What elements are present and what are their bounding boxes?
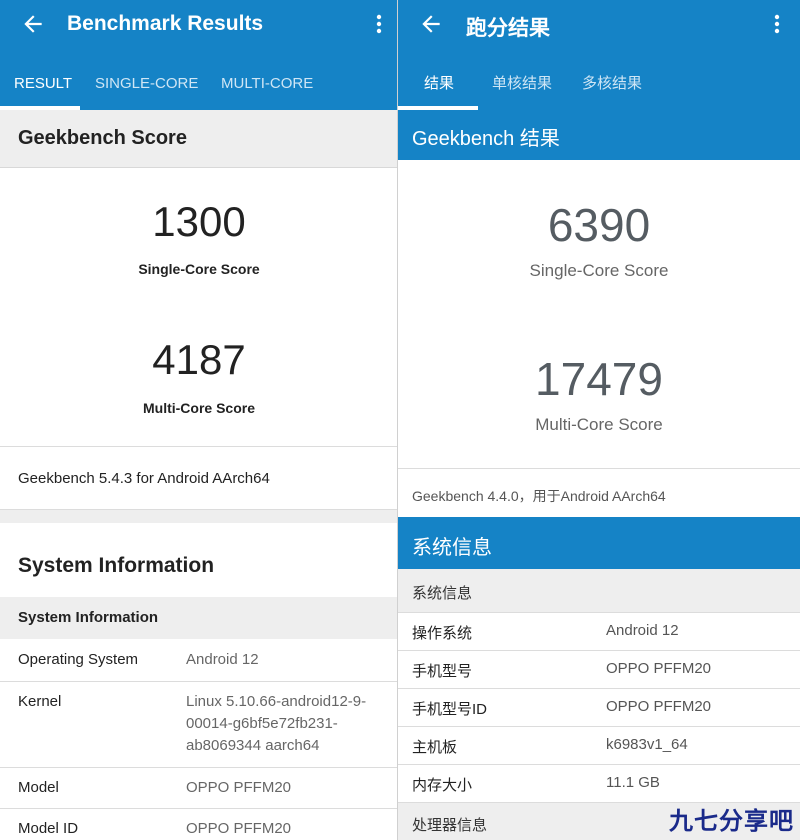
tab-bar: 结果 单核结果 多核结果 [398, 64, 800, 110]
multi-core-score-label: Multi-Core Score [142, 400, 255, 416]
row-label-os: 操作系统 [412, 625, 473, 642]
row-value-kernel-line-1: Linux 5.10.66-android12-9- [186, 693, 367, 710]
row-value-os: Android 12 [606, 622, 679, 639]
sysinfo-heading: 系统信息 [412, 537, 492, 559]
sysinfo-subheading: 系统信息 [412, 585, 473, 602]
sysinfo-subheader: 系统信息 [398, 569, 800, 612]
sysinfo-header: 系统信息 [398, 517, 800, 569]
row-label-model: 手机型号 [412, 663, 473, 680]
multi-core-score-label: Multi-Core Score [535, 415, 663, 434]
right-panel: 跑分结果 结果 单核结果 多核结果 Geekbench 结果 6390 Sing… [398, 0, 800, 840]
app-title: 跑分结果 [466, 17, 550, 40]
row-divider [398, 612, 800, 613]
processor-heading: 处理器信息 [412, 817, 488, 834]
multi-core-score-value: 4187 [152, 336, 246, 383]
sysinfo-subheader: System Information [0, 597, 398, 639]
tab-bar: RESULT SINGLE-CORE MULTI-CORE [0, 64, 398, 110]
section-gap [0, 509, 398, 523]
row-divider [398, 764, 800, 765]
row-label-model-id: 手机型号ID [412, 701, 488, 718]
tab-multi-core[interactable]: 多核结果 [582, 64, 642, 110]
row-label-model: Model [18, 779, 59, 796]
row-divider [0, 808, 398, 809]
sysinfo-heading: System Information [18, 554, 215, 577]
divider [0, 446, 398, 447]
version-text: Geekbench 5.4.3 for Android AArch64 [18, 470, 270, 487]
app-title: Benchmark Results [67, 12, 264, 35]
row-divider [398, 650, 800, 651]
tab-result[interactable]: RESULT [14, 64, 72, 110]
tab-multi-core[interactable]: MULTI-CORE [221, 64, 313, 110]
single-core-score-label: Single-Core Score [529, 261, 669, 280]
score-section-title: Geekbench Score [18, 127, 187, 149]
watermark-logo: 九七分享吧 [669, 808, 794, 835]
row-value-kernel-line-3: ab8069344 aarch64 [186, 737, 320, 754]
single-core-score-label: Single-Core Score [138, 261, 260, 277]
back-arrow-icon[interactable] [418, 11, 444, 37]
tab-single-core[interactable]: SINGLE-CORE [95, 64, 198, 110]
score-section-header: Geekbench Score [0, 110, 398, 168]
divider [398, 468, 800, 469]
row-divider [398, 688, 800, 689]
multi-core-score-value: 17479 [535, 353, 663, 405]
single-core-score-value: 1300 [152, 198, 246, 245]
back-arrow-icon[interactable] [20, 11, 46, 37]
left-panel: Benchmark Results RESULT SINGLE-CORE MUL… [0, 0, 398, 840]
row-divider [0, 681, 398, 682]
score-section-header: Geekbench 结果 [398, 110, 800, 160]
app-bar: Benchmark Results RESULT SINGLE-CORE MUL… [0, 0, 398, 110]
row-value-model: OPPO PFFM20 [186, 779, 292, 796]
row-value-motherboard: k6983v1_64 [606, 736, 688, 753]
row-value-kernel-line-2: 00014-g6bf5e72fb231- [186, 715, 338, 732]
row-divider [0, 767, 398, 768]
app-bar: 跑分结果 结果 单核结果 多核结果 [398, 0, 800, 110]
divider [0, 509, 398, 510]
row-label-kernel: Kernel [18, 693, 62, 710]
tab-single-core[interactable]: 单核结果 [492, 64, 552, 110]
row-value-model-id: OPPO PFFM20 [606, 698, 712, 715]
more-vertical-icon[interactable] [774, 14, 780, 34]
row-divider [398, 726, 800, 727]
more-vertical-icon[interactable] [376, 14, 382, 34]
sysinfo-subheading: System Information [18, 609, 159, 626]
row-label-operating-system: Operating System [18, 651, 139, 668]
row-label-model-id: Model ID [18, 820, 79, 837]
tab-result[interactable]: 结果 [424, 64, 454, 110]
version-text: Geekbench 4.4.0，用于Android AArch64 [412, 488, 666, 504]
row-label-motherboard: 主机板 [412, 739, 458, 756]
row-label-memory: 内存大小 [412, 777, 473, 794]
score-section-title: Geekbench 结果 [412, 128, 560, 150]
row-value-memory: 11.1 GB [606, 774, 660, 791]
row-value-model-id: OPPO PFFM20 [186, 820, 292, 837]
single-core-score-value: 6390 [547, 199, 651, 251]
row-value-operating-system: Android 12 [186, 651, 259, 668]
row-value-model: OPPO PFFM20 [606, 660, 712, 677]
